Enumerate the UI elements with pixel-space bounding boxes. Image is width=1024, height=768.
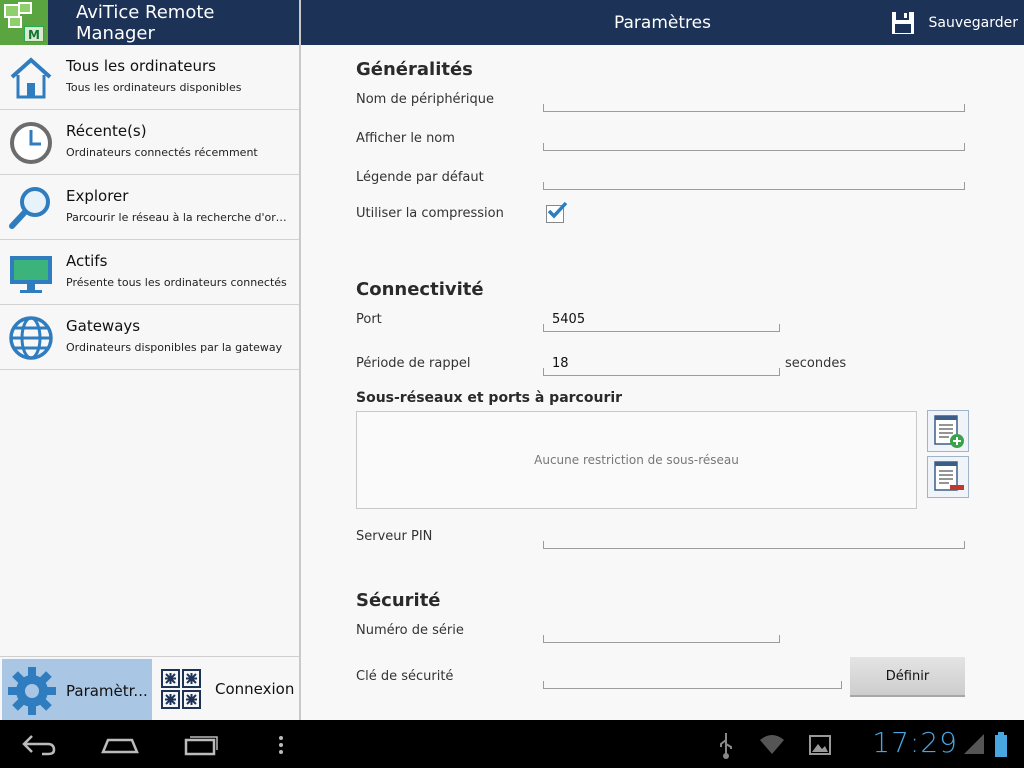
clock: 17:29: [872, 726, 958, 759]
sidebar-item-subtitle: Présente tous les ordinateurs connectés: [66, 276, 287, 289]
add-list-icon: [934, 415, 964, 448]
default-caption-label: Légende par défaut: [356, 170, 484, 185]
app-title: AviTice Remote Manager: [75, 1, 215, 44]
tab-settings-label: Paramètr...: [66, 681, 148, 700]
callback-field[interactable]: 18: [543, 356, 780, 376]
port-field[interactable]: 5405: [543, 312, 780, 332]
remove-subnet-button[interactable]: [927, 456, 969, 498]
clock-icon: [10, 122, 52, 164]
define-button[interactable]: Définir: [850, 657, 965, 697]
save-button[interactable]: Sauvegarder: [891, 0, 1018, 45]
image-notification-icon: [809, 735, 831, 755]
sidebar: Tous les ordinateurs Tous les ordinateur…: [0, 45, 299, 722]
device-name-label: Nom de périphérique: [356, 92, 494, 107]
sidebar-item-title: Actifs: [66, 252, 108, 270]
recent-apps-icon[interactable]: [180, 730, 220, 760]
subnets-list[interactable]: Aucune restriction de sous-réseau: [356, 411, 917, 509]
home-nav-icon[interactable]: [100, 730, 140, 760]
device-name-field[interactable]: [543, 104, 965, 112]
gear-icon: [8, 666, 56, 715]
back-icon[interactable]: [20, 730, 60, 760]
logo-letter: M: [23, 26, 44, 42]
magnifier-icon: [9, 187, 50, 229]
sidebar-item-title: Explorer: [66, 187, 129, 205]
tab-connect-label: Connexion: [215, 679, 295, 698]
section-connectivity-heading: Connectivité: [356, 279, 484, 300]
settings-header: Paramètres Sauvegarder: [301, 0, 1024, 45]
globe-icon: [9, 316, 53, 360]
sidebar-item-explore[interactable]: Explorer Parcourir le réseau à la recher…: [0, 175, 299, 240]
monitor-icon: [10, 256, 52, 293]
default-caption-field[interactable]: [543, 182, 965, 190]
port-label: Port: [356, 312, 382, 327]
sidebar-item-active[interactable]: Actifs Présente tous les ordinateurs con…: [0, 240, 299, 305]
subnets-empty-text: Aucune restriction de sous-réseau: [534, 453, 739, 467]
section-security-heading: Sécurité: [356, 590, 441, 611]
callback-label: Période de rappel: [356, 356, 471, 371]
sidebar-item-subtitle: Parcourir le réseau à la recherche d'ord…: [66, 211, 292, 224]
compression-label: Utiliser la compression: [356, 206, 504, 221]
sidebar-item-subtitle: Ordinateurs disponibles par la gateway: [66, 341, 283, 354]
pin-label: Serveur PIN: [356, 529, 433, 544]
sidebar-item-subtitle: Tous les ordinateurs disponibles: [66, 81, 242, 94]
floppy-disk-icon: [891, 11, 914, 34]
sidebar-item-title: Gateways: [66, 317, 141, 335]
sidebar-item-title: Tous les ordinateurs: [66, 57, 216, 75]
settings-panel: Généralités Nom de périphérique Afficher…: [301, 45, 1024, 720]
sidebar-item-all-computers[interactable]: Tous les ordinateurs Tous les ordinateur…: [0, 45, 299, 110]
wifi-icon: [760, 735, 784, 754]
checkmark-icon: [547, 201, 568, 219]
display-name-label: Afficher le nom: [356, 131, 455, 146]
add-subnet-button[interactable]: [927, 410, 969, 452]
app-logo[interactable]: M: [0, 0, 48, 45]
sidebar-item-subtitle: Ordinateurs connectés récemment: [66, 146, 258, 159]
save-label: Sauvegarder: [928, 14, 1018, 31]
serial-label: Numéro de série: [356, 623, 464, 638]
home-icon: [10, 57, 52, 99]
pin-field[interactable]: [543, 541, 965, 549]
security-key-label: Clé de sécurité: [356, 669, 454, 684]
remove-list-icon: [934, 461, 964, 491]
compression-checkbox[interactable]: [546, 201, 568, 223]
security-key-field[interactable]: [543, 681, 842, 689]
callback-unit: secondes: [785, 356, 847, 371]
tab-connect[interactable]: Connexion: [152, 657, 299, 720]
tab-settings[interactable]: Paramètr...: [2, 659, 152, 722]
serial-field[interactable]: [543, 635, 780, 643]
bottom-tabs: Paramètr... Connexion: [0, 656, 299, 722]
keypad-icon: [161, 668, 201, 709]
signal-icon: [964, 734, 984, 754]
usb-icon: [720, 733, 732, 759]
subnets-heading: Sous-réseaux et ports à parcourir: [356, 390, 623, 406]
battery-icon: [995, 732, 1007, 757]
section-general-heading: Généralités: [356, 59, 473, 80]
overflow-menu-icon[interactable]: [276, 730, 286, 760]
callback-value: 18: [552, 356, 569, 371]
sidebar-item-recent[interactable]: Récente(s) Ordinateurs connectés récemme…: [0, 110, 299, 175]
system-navigation-bar: 17:29: [0, 720, 1024, 768]
display-name-field[interactable]: [543, 143, 965, 151]
sidebar-item-title: Récente(s): [66, 122, 147, 140]
sidebar-item-gateways[interactable]: Gateways Ordinateurs disponibles par la …: [0, 305, 299, 370]
port-value: 5405: [552, 312, 586, 327]
app-header: M AviTice Remote Manager: [0, 0, 299, 45]
